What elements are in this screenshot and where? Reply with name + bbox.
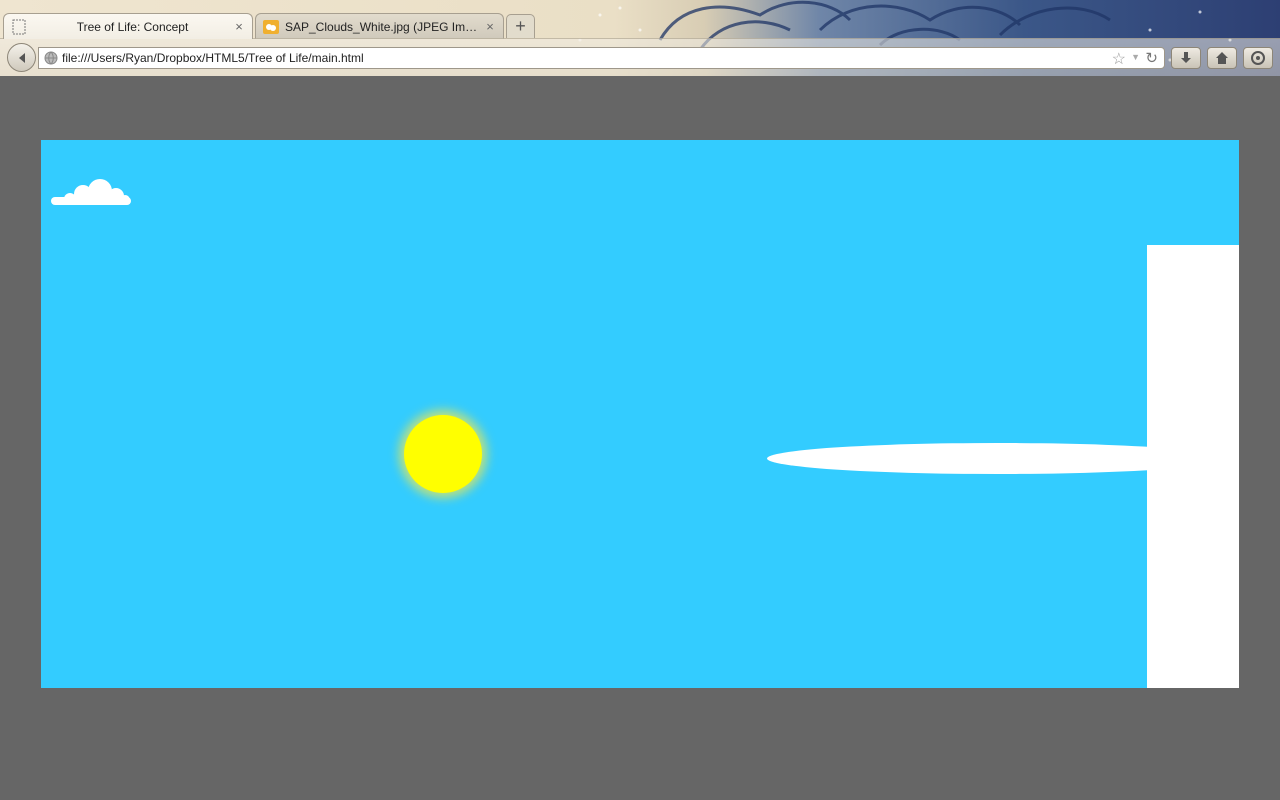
addon-icon xyxy=(1251,51,1265,65)
close-icon[interactable]: × xyxy=(232,19,246,34)
image-icon xyxy=(263,19,279,34)
page-viewport xyxy=(0,76,1280,800)
tab-sap-clouds[interactable]: SAP_Clouds_White.jpg (JPEG Ima… × xyxy=(255,13,504,39)
tab-strip: Tree of Life: Concept × SAP_Clouds_White… xyxy=(0,10,1280,39)
new-tab-button[interactable]: + xyxy=(506,14,535,38)
download-icon xyxy=(1181,52,1191,63)
back-button[interactable] xyxy=(7,43,36,72)
close-icon[interactable]: × xyxy=(483,19,497,34)
download-button[interactable] xyxy=(1171,47,1201,69)
white-pillar xyxy=(1147,245,1239,688)
home-icon xyxy=(1216,52,1228,64)
url-text: file:///Users/Ryan/Dropbox/HTML5/Tree of… xyxy=(62,51,364,65)
url-bar[interactable]: file:///Users/Ryan/Dropbox/HTML5/Tree of… xyxy=(38,47,1165,69)
navigation-bar: file:///Users/Ryan/Dropbox/HTML5/Tree of… xyxy=(0,38,1280,76)
tab-title: Tree of Life: Concept xyxy=(76,19,189,34)
tab-tree-of-life[interactable]: Tree of Life: Concept × xyxy=(3,13,253,39)
dropdown-arrow-icon[interactable]: ▼ xyxy=(1131,52,1140,62)
sun xyxy=(404,415,482,493)
browser-chrome: Tree of Life: Concept × SAP_Clouds_White… xyxy=(0,0,1280,76)
reload-icon[interactable]: ↻ xyxy=(1145,49,1158,67)
small-cloud xyxy=(51,179,131,205)
star-icon[interactable]: ☆ xyxy=(1112,49,1126,69)
home-button[interactable] xyxy=(1207,47,1237,69)
globe-icon xyxy=(44,51,58,65)
sky-canvas[interactable] xyxy=(41,140,1239,688)
back-arrow-icon xyxy=(18,52,25,63)
tab-title: SAP_Clouds_White.jpg (JPEG Ima… xyxy=(285,19,483,34)
addon-button[interactable] xyxy=(1243,47,1273,69)
blank-page-icon xyxy=(12,19,26,34)
